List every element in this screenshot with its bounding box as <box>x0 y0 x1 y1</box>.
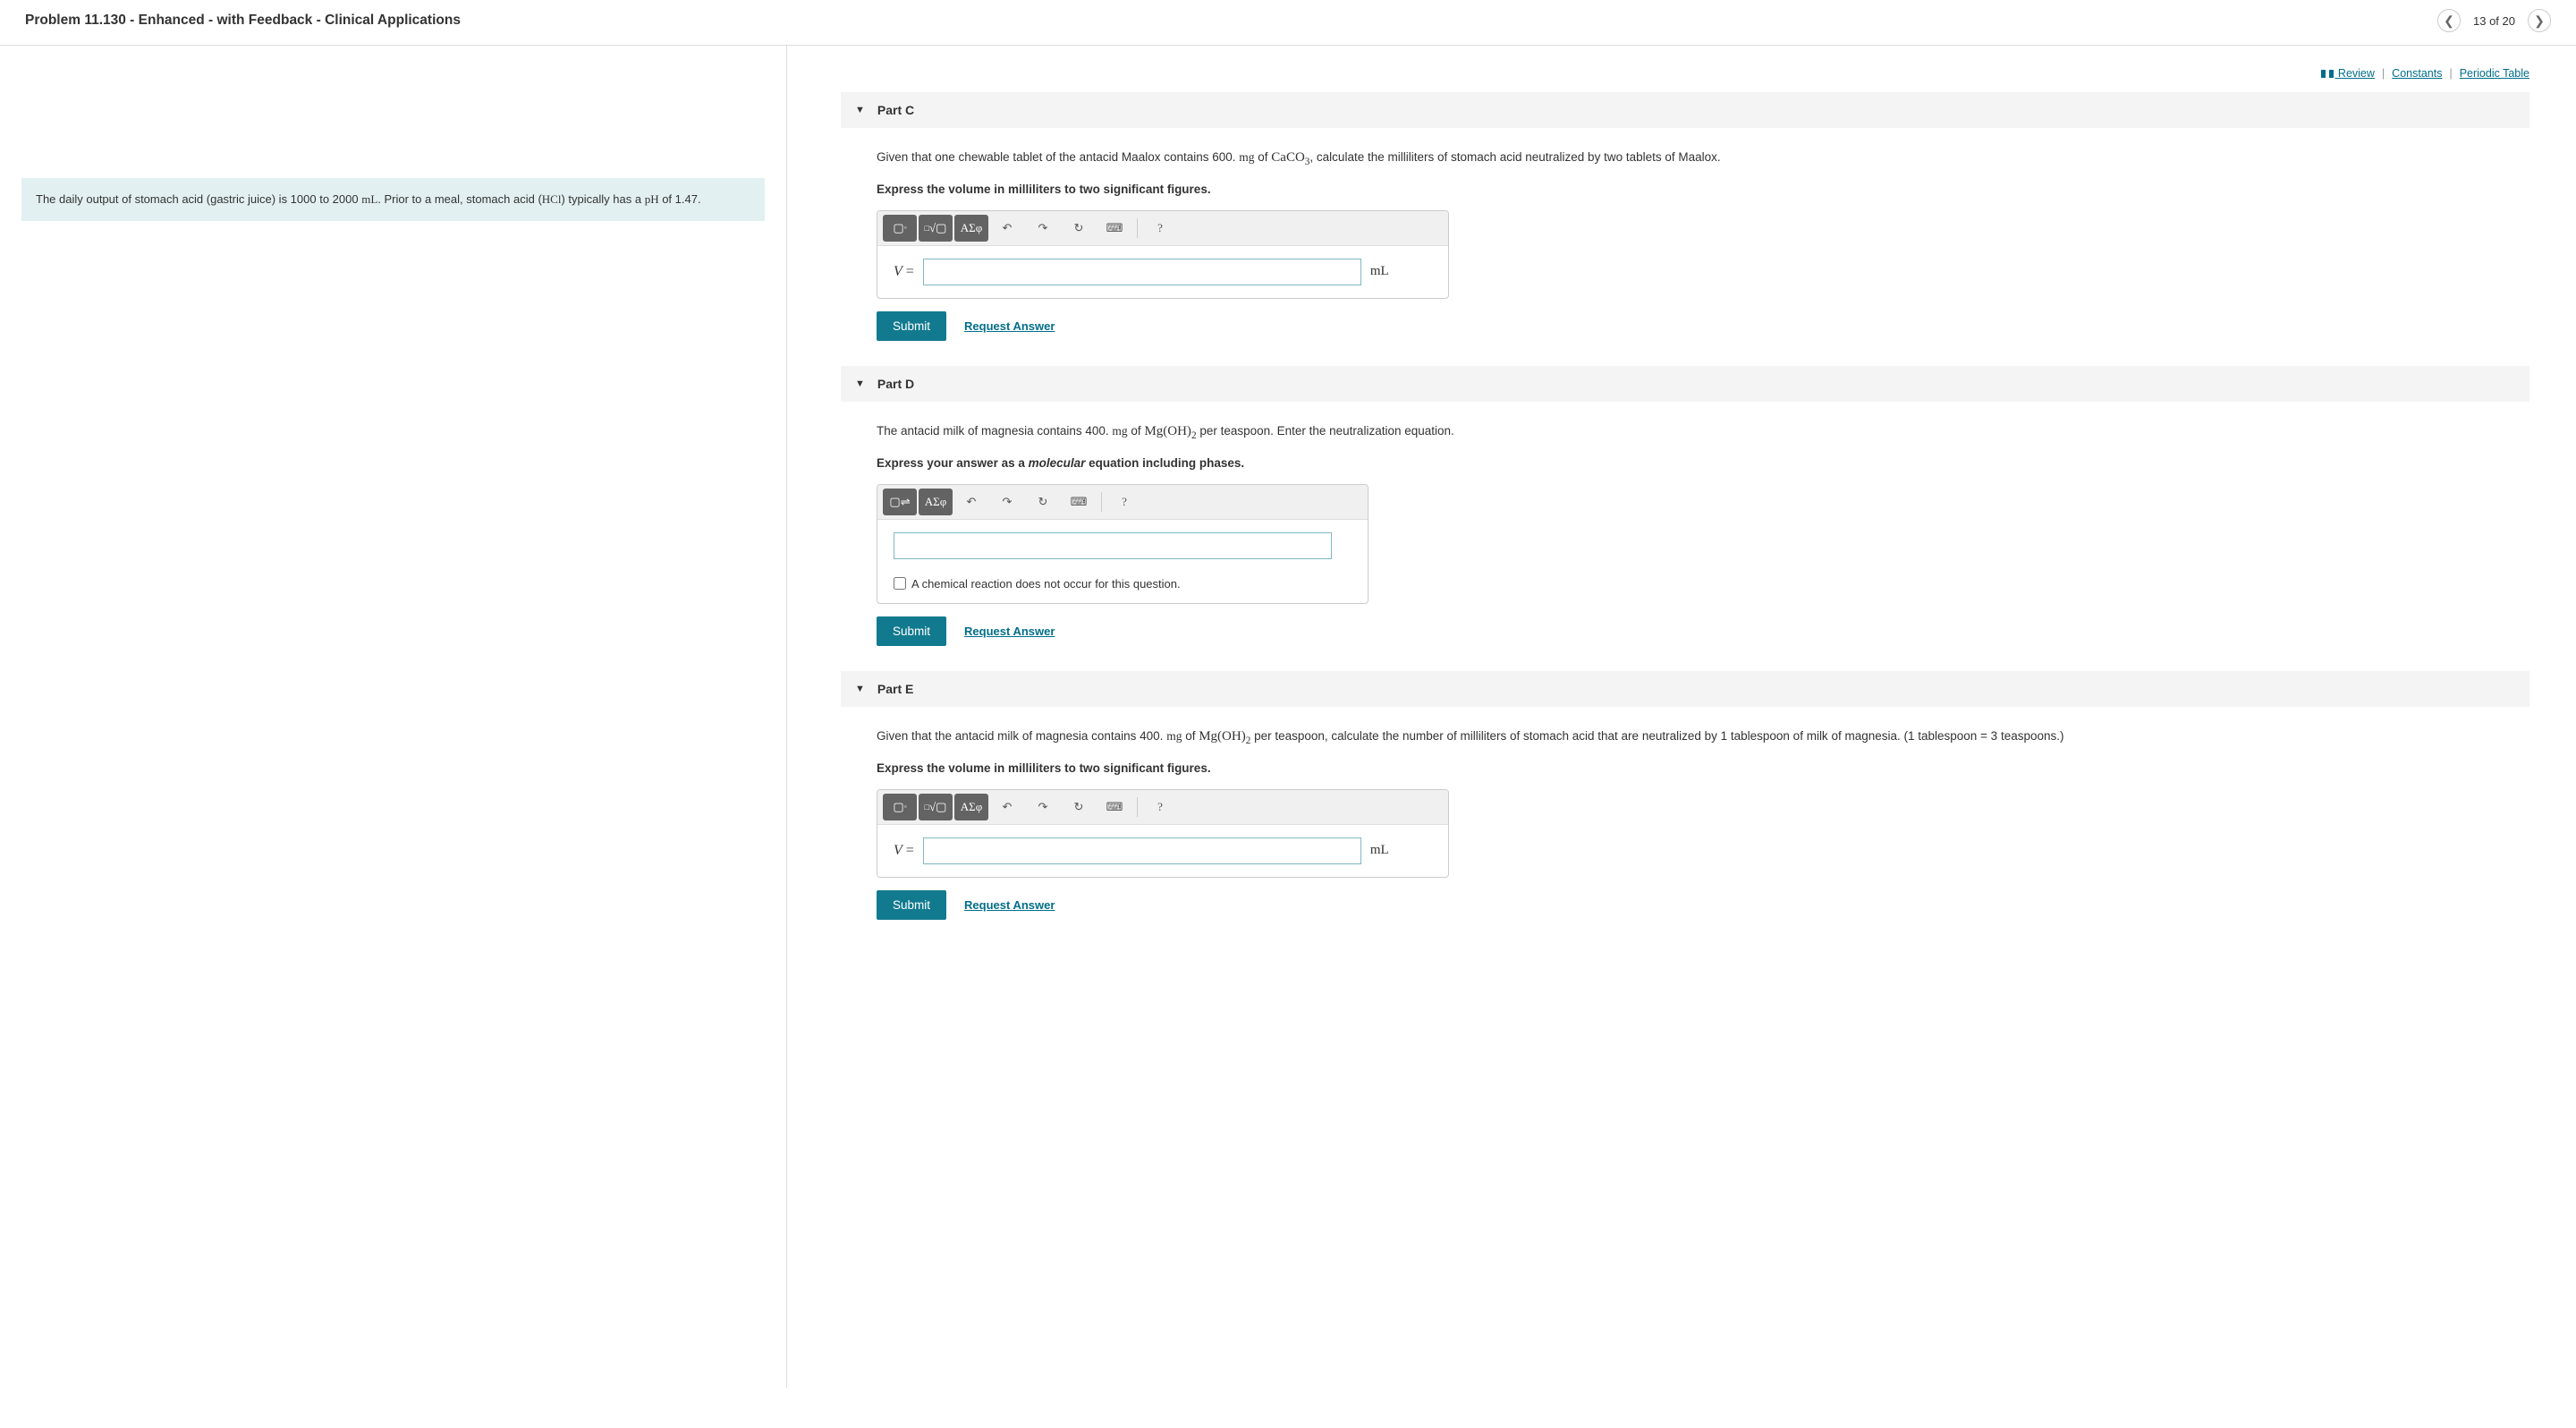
resource-links: Review | Constants | Periodic Table <box>841 67 2529 80</box>
part-c: ▼ Part C Given that one chewable tablet … <box>841 92 2529 341</box>
part-d-header[interactable]: ▼ Part D <box>841 366 2529 402</box>
problem-intro: The daily output of stomach acid (gastri… <box>21 178 765 221</box>
greek-button[interactable]: ΑΣφ <box>919 489 953 515</box>
next-button[interactable]: ❯ <box>2528 9 2551 32</box>
part-e: ▼ Part E Given that the antacid milk of … <box>841 671 2529 920</box>
part-d-answer-box: ▢⇌ ΑΣφ ↶ ↷ ↻ ⌨ ? A chemical react <box>877 484 1368 604</box>
caret-down-icon: ▼ <box>855 378 865 389</box>
part-c-toolbar: ▢▫ □√▢ ΑΣφ ↶ ↷ ↻ ⌨ ? <box>877 211 1448 246</box>
part-e-question: Given that the antacid milk of magnesia … <box>877 727 2529 749</box>
part-d-submit[interactable]: Submit <box>877 616 946 646</box>
reset-button[interactable]: ↻ <box>1026 489 1060 515</box>
keyboard-button[interactable]: ⌨ <box>1097 215 1131 242</box>
main-content: Review | Constants | Periodic Table ▼ Pa… <box>787 46 2576 1388</box>
template-button[interactable]: ▢▫ <box>883 215 917 242</box>
part-c-title: Part C <box>877 103 914 117</box>
help-button[interactable]: ? <box>1107 489 1141 515</box>
periodic-table-link[interactable]: Periodic Table <box>2460 67 2529 80</box>
part-c-answer-box: ▢▫ □√▢ ΑΣφ ↶ ↷ ↻ ⌨ ? V = mL <box>877 210 1449 299</box>
part-d: ▼ Part D The antacid milk of magnesia co… <box>841 366 2529 646</box>
part-e-header[interactable]: ▼ Part E <box>841 671 2529 707</box>
constants-link[interactable]: Constants <box>2392 67 2442 80</box>
part-d-instruction: Express your answer as a molecular equat… <box>877 456 2529 470</box>
caret-down-icon: ▼ <box>855 105 865 115</box>
part-d-input[interactable] <box>894 532 1332 559</box>
pagination-nav: ❮ 13 of 20 ❯ <box>2437 9 2551 32</box>
part-d-checkbox-label: A chemical reaction does not occur for t… <box>911 577 1181 591</box>
part-e-request-answer[interactable]: Request Answer <box>964 898 1055 912</box>
part-d-request-answer[interactable]: Request Answer <box>964 625 1055 638</box>
redo-button[interactable]: ↷ <box>1026 215 1060 242</box>
sqrt-button[interactable]: □√▢ <box>919 215 953 242</box>
page-header: Problem 11.130 - Enhanced - with Feedbac… <box>0 0 2576 46</box>
part-c-variable: V = <box>894 264 914 280</box>
redo-button[interactable]: ↷ <box>990 489 1024 515</box>
part-c-submit[interactable]: Submit <box>877 311 946 341</box>
template-button[interactable]: ▢▫ <box>883 794 917 820</box>
part-c-unit: mL <box>1370 264 1389 279</box>
sqrt-button[interactable]: □√▢ <box>919 794 953 820</box>
help-button[interactable]: ? <box>1143 794 1177 820</box>
part-e-answer-box: ▢▫ □√▢ ΑΣφ ↶ ↷ ↻ ⌨ ? V = mL <box>877 789 1449 878</box>
redo-button[interactable]: ↷ <box>1026 794 1060 820</box>
part-c-question: Given that one chewable tablet of the an… <box>877 148 2529 170</box>
part-c-header[interactable]: ▼ Part C <box>841 92 2529 128</box>
review-link[interactable]: Review <box>2321 67 2374 80</box>
keyboard-button[interactable]: ⌨ <box>1062 489 1096 515</box>
greek-button[interactable]: ΑΣφ <box>954 215 988 242</box>
undo-button[interactable]: ↶ <box>954 489 988 515</box>
help-button[interactable]: ? <box>1143 215 1177 242</box>
problem-title: Problem 11.130 - Enhanced - with Feedbac… <box>25 13 461 29</box>
part-d-no-reaction-checkbox[interactable] <box>894 577 906 590</box>
reset-button[interactable]: ↻ <box>1062 794 1096 820</box>
part-c-instruction: Express the volume in milliliters to two… <box>877 183 2529 196</box>
part-e-unit: mL <box>1370 843 1389 858</box>
prev-button[interactable]: ❮ <box>2437 9 2461 32</box>
part-e-title: Part E <box>877 682 913 696</box>
reaction-button[interactable]: ▢⇌ <box>883 489 917 515</box>
undo-button[interactable]: ↶ <box>990 215 1024 242</box>
part-c-input[interactable] <box>923 259 1361 285</box>
sidebar: The daily output of stomach acid (gastri… <box>0 46 787 1388</box>
part-e-toolbar: ▢▫ □√▢ ΑΣφ ↶ ↷ ↻ ⌨ ? <box>877 790 1448 825</box>
pagination-text: 13 of 20 <box>2473 14 2515 28</box>
keyboard-button[interactable]: ⌨ <box>1097 794 1131 820</box>
reset-button[interactable]: ↻ <box>1062 215 1096 242</box>
greek-button[interactable]: ΑΣφ <box>954 794 988 820</box>
part-c-request-answer[interactable]: Request Answer <box>964 319 1055 333</box>
part-d-toolbar: ▢⇌ ΑΣφ ↶ ↷ ↻ ⌨ ? <box>877 485 1368 520</box>
caret-down-icon: ▼ <box>855 684 865 694</box>
book-icon <box>2321 70 2334 79</box>
part-e-input[interactable] <box>923 837 1361 864</box>
part-d-question: The antacid milk of magnesia contains 40… <box>877 421 2529 444</box>
part-e-submit[interactable]: Submit <box>877 890 946 920</box>
part-e-instruction: Express the volume in milliliters to two… <box>877 761 2529 775</box>
part-e-variable: V = <box>894 843 914 859</box>
part-d-title: Part D <box>877 377 914 391</box>
undo-button[interactable]: ↶ <box>990 794 1024 820</box>
